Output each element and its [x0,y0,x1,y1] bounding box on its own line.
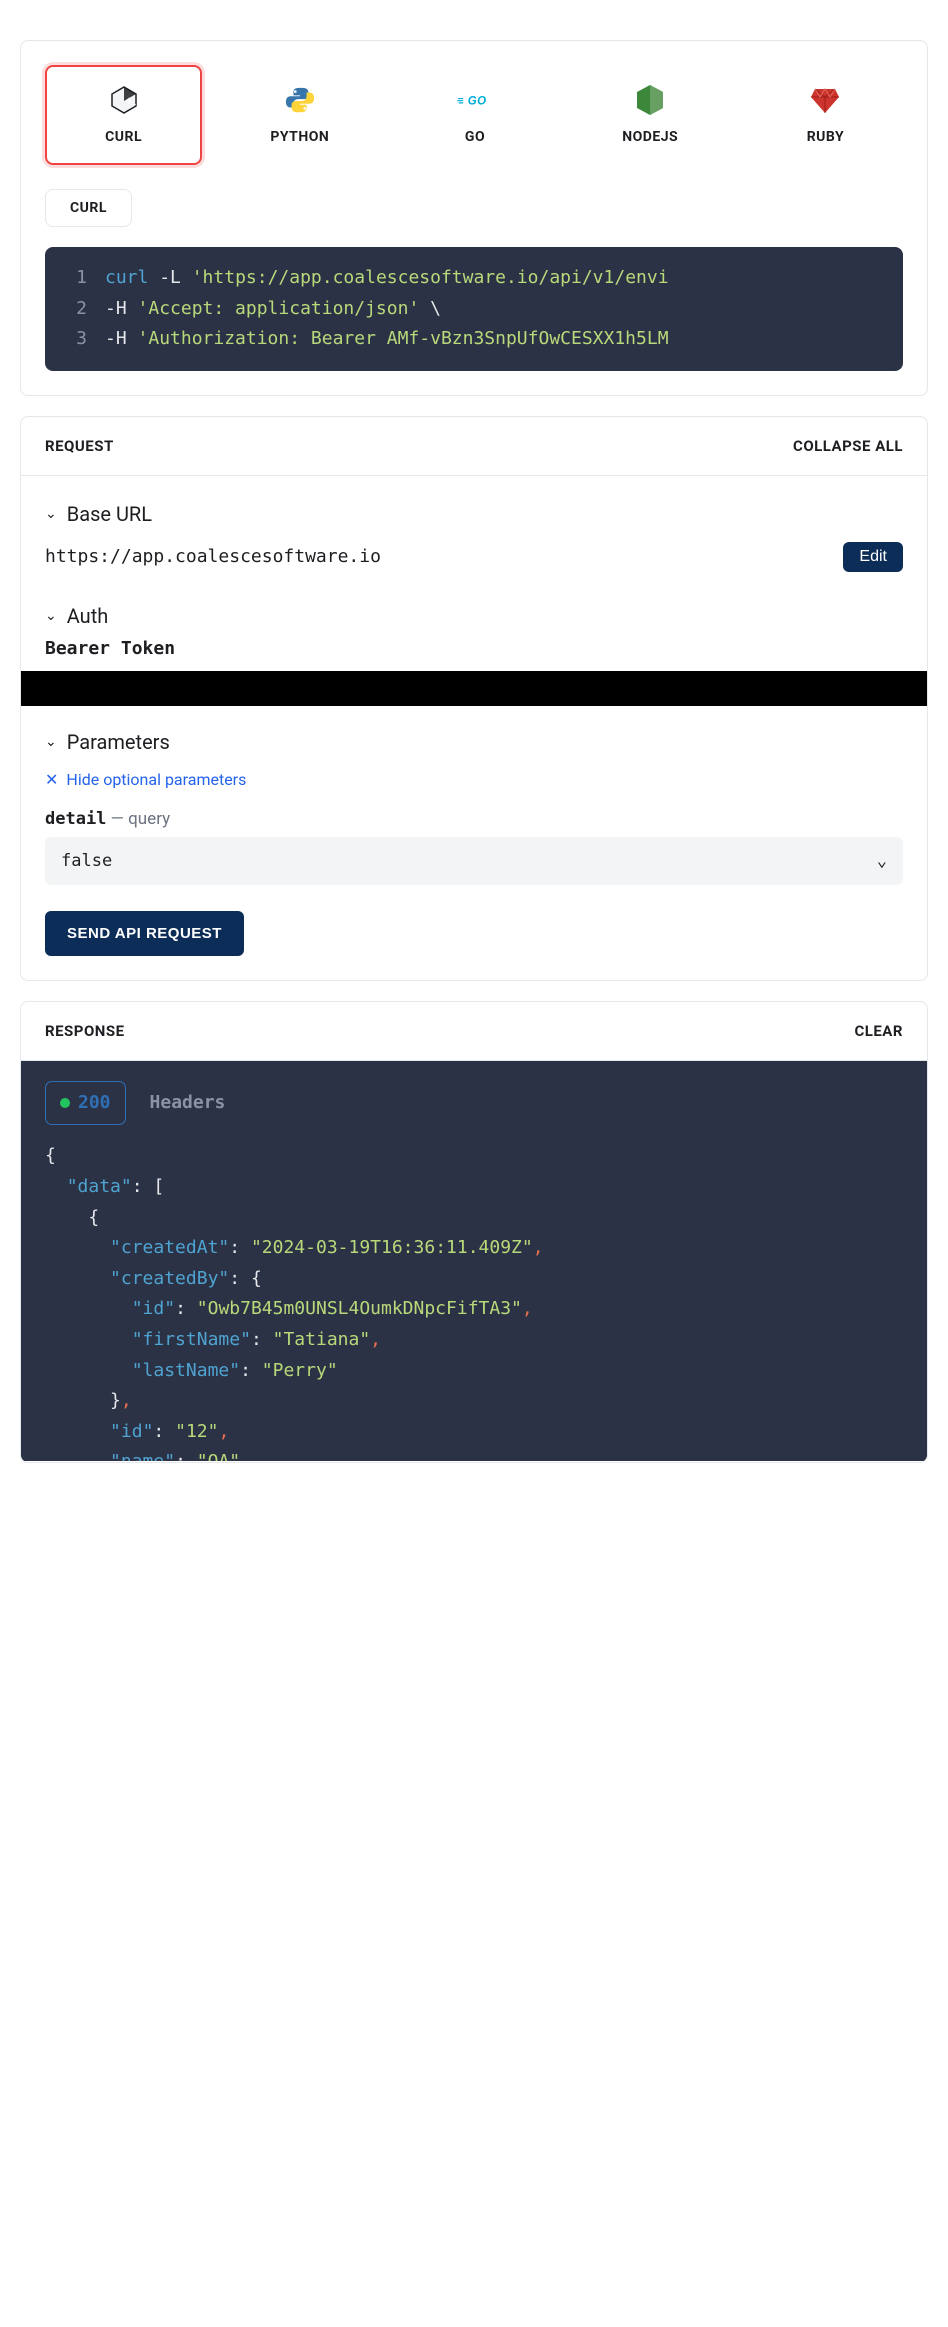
send-api-request-button[interactable]: SEND API REQUEST [45,911,244,956]
auth-heading: Auth [67,604,109,628]
status-code: 200 [78,1088,111,1119]
response-json: { "data": [ { "createdAt": "2024-03-19T1… [45,1141,903,1461]
request-body: ⌄ Base URL https://app.coalescesoftware.… [21,476,927,980]
lang-tab-go[interactable]: GO GO [397,65,552,165]
line-number: 1 [63,263,87,294]
python-icon [282,85,318,115]
parameters-toggle[interactable]: ⌄ Parameters [45,714,903,764]
curl-icon: $_ [106,85,142,115]
line-number: 3 [63,324,87,355]
sub-tab-label: CURL [70,200,107,216]
nodejs-icon [632,85,668,115]
ruby-icon [807,85,843,115]
hide-params-label: Hide optional parameters [66,770,246,789]
param-type: query [128,809,170,829]
response-tabs: 200 Headers [45,1081,903,1126]
parameters-heading: Parameters [67,730,170,754]
code-sample: 1 curl -L 'https://app.coalescesoftware.… [45,247,903,371]
collapse-all-button[interactable]: COLLAPSE ALL [793,437,903,455]
lang-tab-label: CURL [105,129,142,145]
code-line: 2 -H 'Accept: application/json' \ [63,294,885,325]
lang-tab-label: GO [465,129,485,145]
language-selector-card: $_ CURL PYTHON GO GO NODEJS [20,40,928,396]
param-detail-label: detail — query [45,801,903,837]
chevron-down-icon: ⌄ [877,851,887,871]
status-200-tab[interactable]: 200 [45,1081,126,1126]
code-line: 1 curl -L 'https://app.coalescesoftware.… [63,263,885,294]
lang-tab-label: RUBY [807,129,844,145]
base-url-heading: Base URL [67,502,152,526]
lang-tab-curl[interactable]: $_ CURL [45,65,202,165]
sub-tab-row: CURL [45,189,903,227]
chevron-down-icon: ⌄ [45,608,57,624]
base-url-toggle[interactable]: ⌄ Base URL [45,486,903,536]
bearer-token-label: Bearer Token [45,638,903,671]
line-number: 2 [63,294,87,325]
auth-toggle[interactable]: ⌄ Auth [45,588,903,638]
svg-text:GO: GO [468,95,487,107]
param-detail-select[interactable]: false ⌄ [45,837,903,885]
lang-tab-ruby[interactable]: RUBY [748,65,903,165]
lang-tab-nodejs[interactable]: NODEJS [573,65,728,165]
param-detail-value: false [61,851,112,871]
param-name: detail [45,809,106,829]
close-x-icon: ✕ [45,770,58,789]
lang-tab-label: PYTHON [270,129,329,145]
code-line: 3 -H 'Authorization: Bearer AMf-vBzn3Snp… [63,324,885,355]
edit-base-url-button[interactable]: Edit [843,542,903,572]
lang-tab-label: NODEJS [622,129,678,145]
clear-response-button[interactable]: CLEAR [854,1022,903,1040]
chevron-down-icon: ⌄ [45,734,57,750]
request-card: REQUEST COLLAPSE ALL ⌄ Base URL https://… [20,416,928,981]
card-inner: $_ CURL PYTHON GO GO NODEJS [21,41,927,395]
request-title: REQUEST [45,437,114,455]
response-card: RESPONSE CLEAR 200 Headers { "data": [ {… [20,1001,928,1464]
bearer-token-input[interactable] [21,671,927,706]
base-url-value: https://app.coalescesoftware.io [45,546,381,567]
base-url-row: https://app.coalescesoftware.io Edit [45,536,903,588]
response-body: 200 Headers { "data": [ { "createdAt": "… [21,1061,927,1462]
language-tabs: $_ CURL PYTHON GO GO NODEJS [45,65,903,165]
chevron-down-icon: ⌄ [45,506,57,522]
request-header: REQUEST COLLAPSE ALL [21,417,927,476]
svg-text:$_: $_ [127,97,137,105]
response-title: RESPONSE [45,1022,125,1040]
sub-tab-curl[interactable]: CURL [45,189,132,227]
status-dot-icon [60,1098,70,1108]
headers-tab[interactable]: Headers [150,1088,226,1119]
response-fade [21,1461,927,1462]
response-header: RESPONSE CLEAR [21,1002,927,1061]
lang-tab-python[interactable]: PYTHON [222,65,377,165]
hide-optional-params-link[interactable]: ✕ Hide optional parameters [45,764,903,801]
go-icon: GO [457,85,493,115]
